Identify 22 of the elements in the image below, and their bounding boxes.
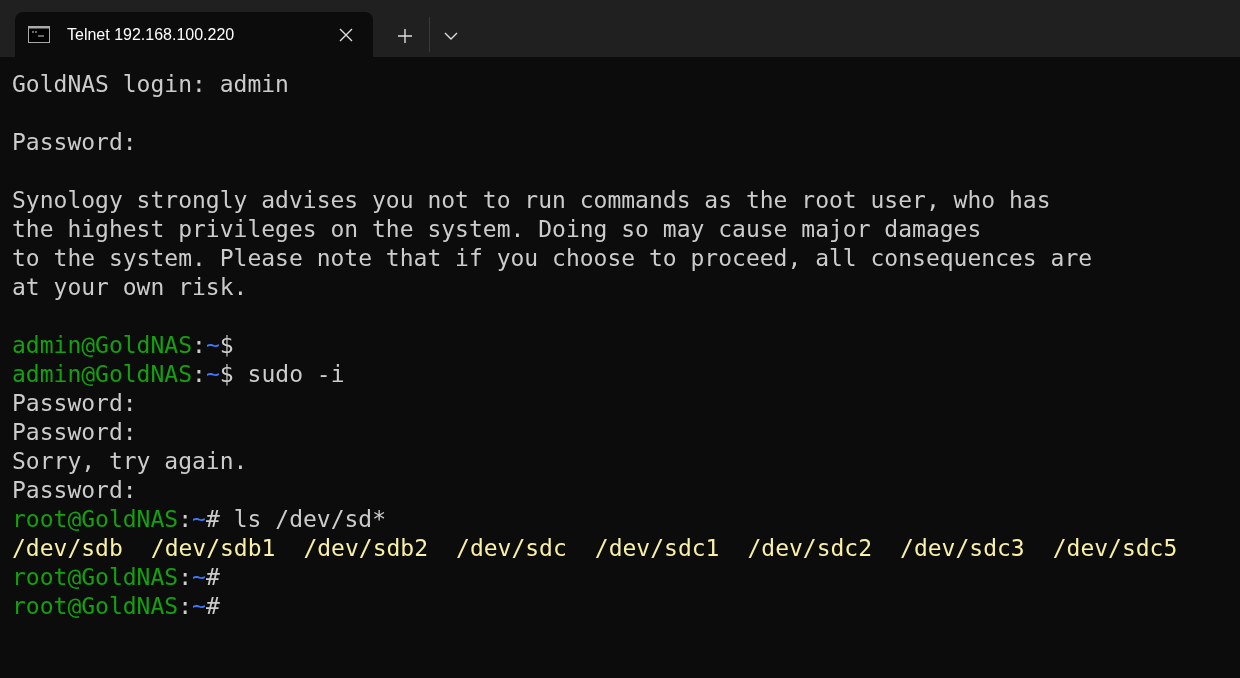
chevron-down-icon[interactable] [444, 32, 458, 40]
terminal-line: Sorry, try again. [12, 447, 248, 476]
terminal-icon [28, 26, 50, 43]
prompt-line: root@GoldNAS:~# ls /dev/sd* [12, 505, 387, 534]
terminal-line: Password: [12, 476, 137, 505]
terminal-line: GoldNAS login: admin [12, 70, 289, 99]
terminal-line: Password: [12, 418, 137, 447]
close-icon[interactable] [339, 27, 353, 42]
tab-title: Telnet 192.168.100.220 [67, 25, 236, 44]
prompt-line: root@GoldNAS:~# [12, 563, 220, 592]
file-list-line: /dev/sdb /dev/sdb1 /dev/sdb2 /dev/sdc /dev/sdc1 /dev/sdc2 /dev/sdc3 /dev/sdc5 [12, 534, 1178, 563]
prompt-line: admin@GoldNAS:~$ sudo -i [12, 360, 345, 389]
terminal-tab[interactable]: Telnet 192.168.100.220 [15, 12, 373, 57]
terminal-line: to the system. Please note that if you choose to proceed, all consequences are [12, 244, 1093, 273]
terminal-line: at your own risk. [12, 273, 248, 302]
terminal-line: Synology strongly advises you not to run commands as the root user, who has [12, 186, 1051, 215]
terminal-line: Password: [12, 389, 137, 418]
terminal-line: Password: [12, 128, 137, 157]
terminal-line: the highest privileges on the system. Doing so may cause major damages [12, 215, 982, 244]
new-tab-icon[interactable] [397, 28, 413, 44]
prompt-line: root@GoldNAS:~# [12, 592, 220, 621]
prompt-line: admin@GoldNAS:~$ [12, 331, 234, 360]
